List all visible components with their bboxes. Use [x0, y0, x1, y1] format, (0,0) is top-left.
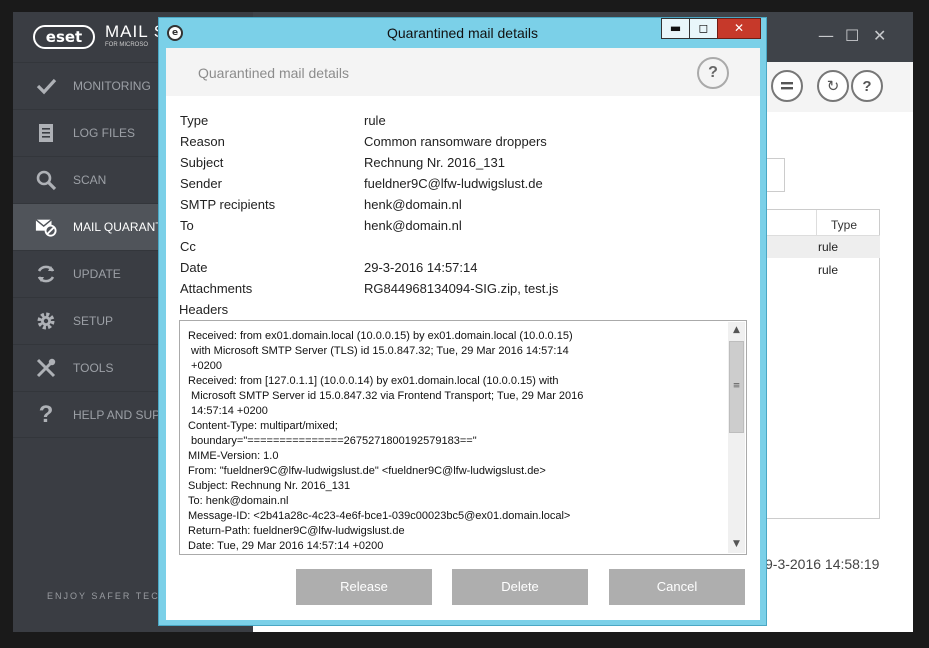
gear-icon: [35, 310, 57, 332]
headers-textarea[interactable]: Received: from ex01.domain.local (10.0.0…: [179, 320, 747, 555]
date-text: 9-3-2016 14:58:19: [765, 556, 880, 572]
mail-quarantine-icon: [35, 216, 57, 238]
dialog-minimize-button[interactable]: ▬: [661, 18, 690, 39]
sidebar-item-label: UPDATE: [73, 267, 121, 281]
minimize-icon[interactable]: —: [818, 26, 834, 45]
help-button[interactable]: ?: [697, 57, 729, 89]
tagline: ENJOY SAFER TECH: [47, 591, 169, 601]
log-files-icon: [35, 122, 57, 144]
field-value-type: rule: [364, 113, 386, 128]
scroll-down-icon[interactable]: ▼: [728, 536, 745, 553]
field-value-sender: fueldner9C@lfw-ludwigslust.de: [364, 176, 543, 191]
dialog-body: Quarantined mail details ? Type rule Rea…: [166, 48, 760, 620]
quarantine-table: Type rule rule: [763, 209, 880, 519]
field-label-subject: Subject: [180, 155, 224, 170]
sidebar-item-label: MONITORING: [73, 79, 151, 93]
headers-scrollbar[interactable]: ▲ ≡ ▼: [728, 322, 745, 553]
field-label-attachments: Attachments: [180, 281, 253, 296]
quarantined-mail-dialog: e Quarantined mail details ▬ ◻ ✕ Quarant…: [158, 17, 767, 626]
table-row[interactable]: rule: [764, 236, 880, 258]
menu-icon: [781, 82, 793, 90]
field-label-reason: Reason: [180, 134, 225, 149]
delete-button[interactable]: Delete: [452, 569, 588, 605]
field-label-date: Date: [180, 260, 208, 275]
maximize-icon: ◻: [698, 21, 709, 35]
dialog-titlebar: e Quarantined mail details ▬ ◻ ✕: [159, 18, 766, 48]
minimize-icon: ▬: [669, 21, 682, 35]
field-label-cc: Cc: [180, 239, 196, 254]
field-value-subject: Rechnung Nr. 2016_131: [364, 155, 505, 170]
close-icon: ✕: [733, 21, 745, 35]
field-label-type: Type: [180, 113, 209, 128]
field-label-sender: Sender: [180, 176, 222, 191]
search-icon: [35, 169, 57, 191]
scroll-up-icon[interactable]: ▲: [728, 322, 745, 339]
sidebar-item-label: MAIL QUARANT: [73, 220, 163, 234]
help-button[interactable]: ?: [851, 70, 883, 102]
maximize-icon[interactable]: ☐: [845, 26, 859, 45]
dialog-header: Quarantined mail details ?: [166, 48, 760, 96]
table-row[interactable]: rule: [764, 259, 880, 281]
cancel-button[interactable]: Cancel: [609, 569, 745, 605]
dialog-header-title: Quarantined mail details: [198, 65, 349, 81]
sidebar-item-label: HELP AND SUPP: [73, 407, 169, 422]
column-header-type[interactable]: Type: [816, 210, 880, 236]
refresh-button[interactable]: ↻: [817, 70, 849, 102]
close-icon[interactable]: ✕: [873, 26, 886, 45]
product-name: MAIL S: [105, 22, 167, 41]
field-value-date: 29-3-2016 14:57:14: [364, 260, 478, 275]
field-value-to: henk@domain.nl: [364, 218, 462, 233]
sidebar-item-label: LOG FILES: [73, 126, 136, 140]
headers-content: Received: from ex01.domain.local (10.0.0…: [188, 330, 584, 552]
help-icon: ?: [38, 400, 54, 428]
menu-button[interactable]: [771, 70, 803, 102]
sidebar-item-label: SETUP: [73, 314, 114, 328]
dialog-maximize-button[interactable]: ◻: [689, 18, 718, 39]
field-label-to: To: [180, 218, 194, 233]
release-button[interactable]: Release: [296, 569, 432, 605]
update-icon: [35, 263, 57, 285]
field-value-smtp-recipients: henk@domain.nl: [364, 197, 462, 212]
scrollbar-thumb[interactable]: ≡: [729, 341, 744, 433]
help-icon: ?: [862, 78, 872, 95]
check-icon: [35, 75, 57, 97]
sidebar-item-label: TOOLS: [73, 361, 114, 375]
refresh-icon: ↻: [826, 77, 840, 95]
headers-label: Headers: [179, 302, 229, 317]
eset-logo: eset: [33, 25, 95, 49]
sidebar-item-label: SCAN: [73, 173, 107, 187]
product-subtitle: FOR MICROSO: [105, 42, 148, 48]
field-value-attachments: RG844968134094-SIG.zip, test.js: [364, 281, 559, 296]
field-label-smtp-recipients: SMTP recipients: [180, 197, 276, 212]
tools-icon: [35, 357, 57, 379]
field-value-reason: Common ransomware droppers: [364, 134, 547, 149]
dialog-close-button[interactable]: ✕: [717, 18, 761, 39]
